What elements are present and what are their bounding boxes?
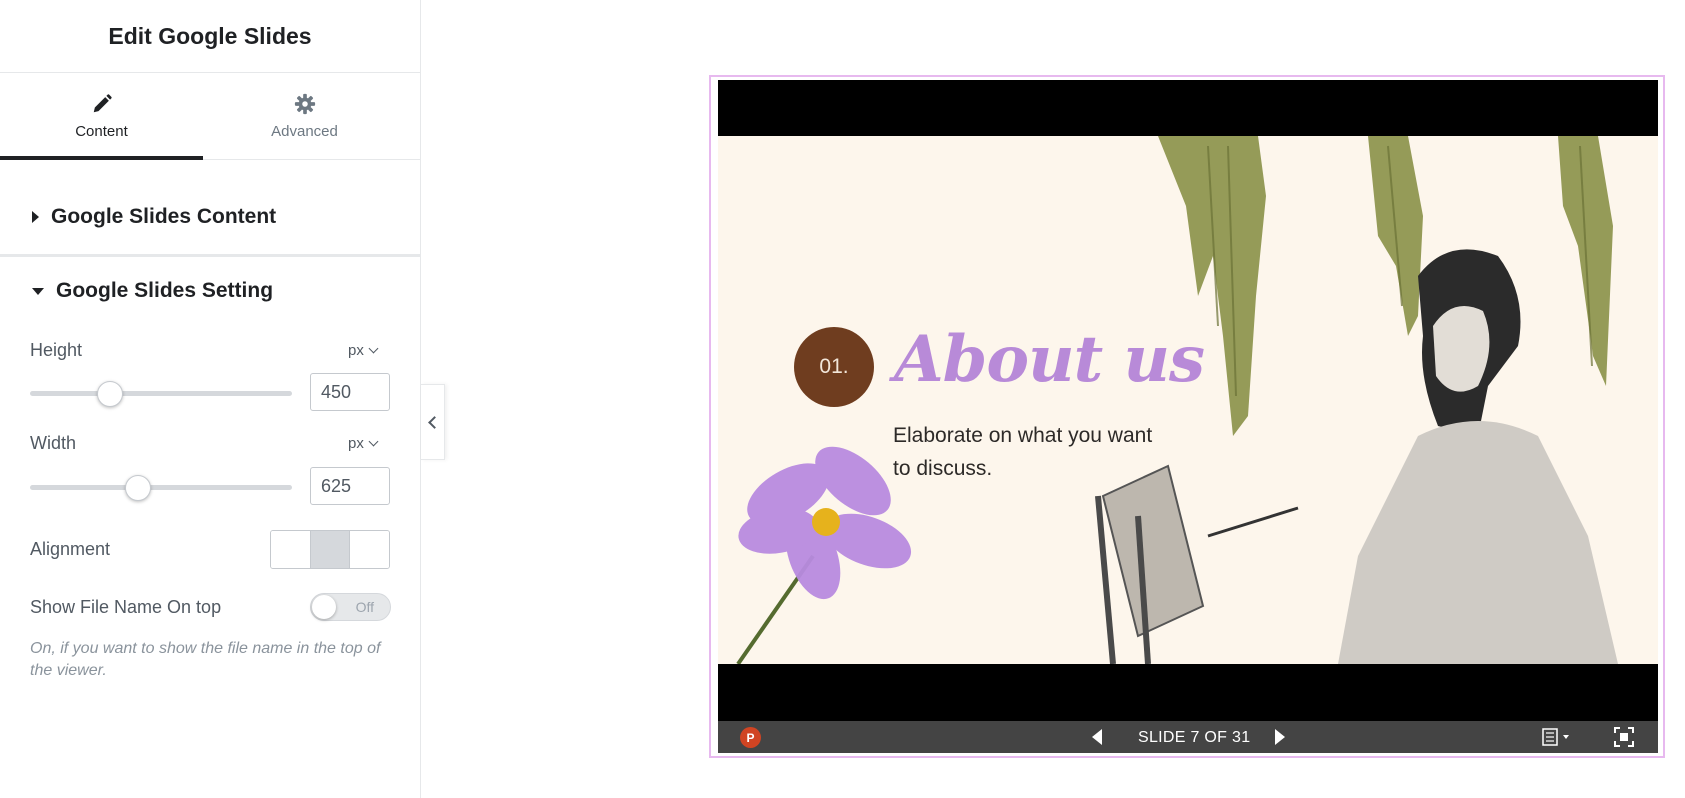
width-unit-select[interactable]: px <box>348 435 379 452</box>
tab-content[interactable]: Content <box>0 73 203 160</box>
align-center-button[interactable] <box>310 531 351 568</box>
toggle-state: Off <box>355 599 374 615</box>
panel-title: Edit Google Slides <box>0 0 420 73</box>
alignment-label: Alignment <box>30 539 111 559</box>
chevron-down-icon <box>368 436 379 447</box>
show-file-name-label: Show File Name On top <box>30 597 222 617</box>
pencil-icon <box>93 93 112 112</box>
chevron-down-icon <box>368 343 379 354</box>
help-text: On, if you want to show the file name in… <box>30 640 381 679</box>
slide-counter: SLIDE 7 OF 31 <box>1138 729 1251 746</box>
width-slider-handle[interactable] <box>125 475 152 501</box>
width-input[interactable]: 625 <box>310 467 390 505</box>
slide-number-badge: 01. <box>794 327 874 407</box>
previous-slide-button[interactable] <box>1092 729 1102 745</box>
height-slider[interactable] <box>30 381 292 407</box>
slides-viewer: 01. About us Elaborate on what you want … <box>718 80 1658 753</box>
show-file-name-toggle[interactable]: Off <box>310 593 391 621</box>
width-slider[interactable] <box>30 475 292 501</box>
width-unit-value: px <box>348 435 364 452</box>
height-input[interactable]: 450 <box>310 373 390 411</box>
section-google-slides-content[interactable]: Google Slides Content <box>0 192 420 242</box>
tab-advanced-label: Advanced <box>271 122 338 140</box>
tab-advanced[interactable]: Advanced <box>203 73 406 159</box>
section-content-label: Google Slides Content <box>51 205 277 228</box>
section-google-slides-setting[interactable]: Google Slides Setting <box>0 266 420 316</box>
height-slider-handle[interactable] <box>96 381 123 407</box>
next-slide-button[interactable] <box>1275 729 1285 745</box>
gear-icon <box>294 93 315 114</box>
cactus-illustration <box>736 136 1618 664</box>
powerpoint-icon: P <box>740 727 761 748</box>
viewer-toolbar: P SLIDE 7 OF 31 <box>718 721 1658 753</box>
tab-content-label: Content <box>75 122 128 140</box>
align-left-button[interactable] <box>271 531 311 568</box>
slide-body-text: Elaborate on what you want to discuss. <box>893 424 1153 480</box>
caret-down-icon <box>32 287 44 295</box>
slide-canvas[interactable]: 01. About us Elaborate on what you want … <box>718 136 1658 664</box>
alignment-choices <box>270 530 390 569</box>
width-label: Width <box>30 433 77 453</box>
caret-right-icon <box>32 211 39 223</box>
fullscreen-icon[interactable] <box>1614 727 1634 747</box>
slides-embed-frame: 01. About us Elaborate on what you want … <box>709 75 1665 758</box>
slide-title: About us <box>894 322 1205 397</box>
align-right-button[interactable] <box>350 531 389 568</box>
collapse-panel-button[interactable] <box>421 384 445 460</box>
section-divider <box>0 254 420 257</box>
height-unit-value: px <box>348 342 364 359</box>
height-label: Height <box>30 340 83 360</box>
section-setting-label: Google Slides Setting <box>56 279 274 302</box>
toggle-knob <box>312 595 336 619</box>
notes-menu-icon[interactable] <box>1542 727 1572 747</box>
height-unit-select[interactable]: px <box>348 342 379 359</box>
chevron-left-icon <box>427 415 441 429</box>
editor-sidebar: Edit Google Slides Content Advanced Goog… <box>0 0 421 798</box>
panel-tabs: Content Advanced <box>0 73 420 160</box>
